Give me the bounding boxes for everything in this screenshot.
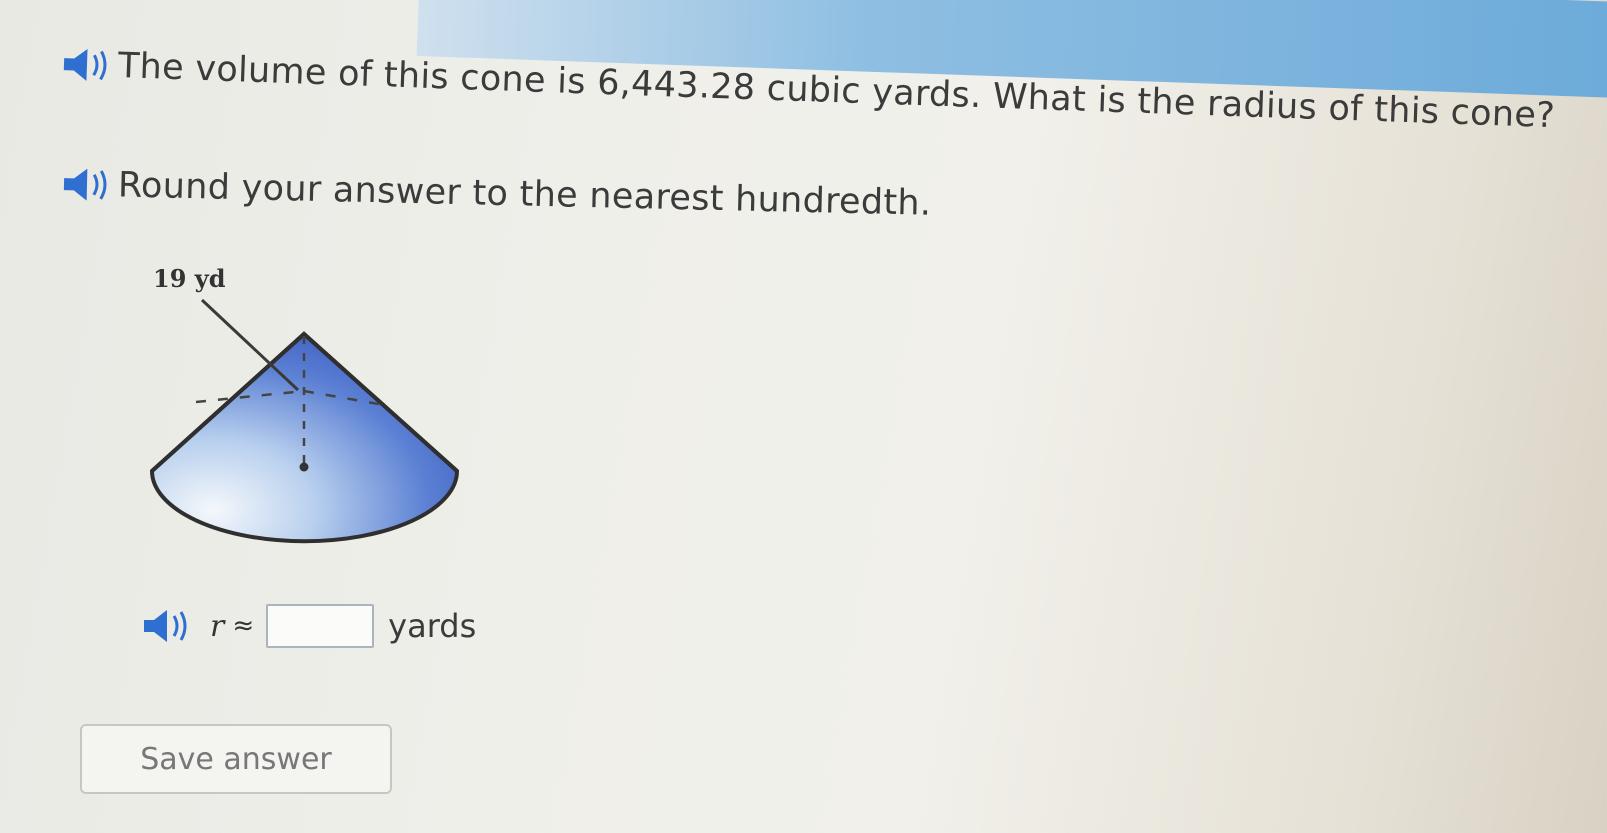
radius-variable: r xyxy=(210,608,225,644)
cone-diagram xyxy=(149,298,460,544)
speaker-icon[interactable] xyxy=(59,44,118,86)
save-answer-button[interactable]: Save answer xyxy=(80,724,392,794)
approx-symbol: ≈ xyxy=(232,611,255,641)
answer-row: r ≈ yards xyxy=(140,604,476,648)
cone-surface xyxy=(149,331,460,544)
label-pointer xyxy=(200,298,300,392)
unit-label: yards xyxy=(388,607,477,645)
answer-input[interactable] xyxy=(266,604,375,648)
speaker-icon[interactable] xyxy=(140,606,210,646)
cone-figure: 19 yd xyxy=(140,258,480,558)
base-center-point xyxy=(299,462,309,472)
slant-height-label: 19 yd xyxy=(153,264,226,293)
speaker-icon[interactable] xyxy=(60,164,119,205)
question-line-2: Round your answer to the nearest hundred… xyxy=(60,164,932,224)
instruction-text: Round your answer to the nearest hundred… xyxy=(117,165,932,224)
